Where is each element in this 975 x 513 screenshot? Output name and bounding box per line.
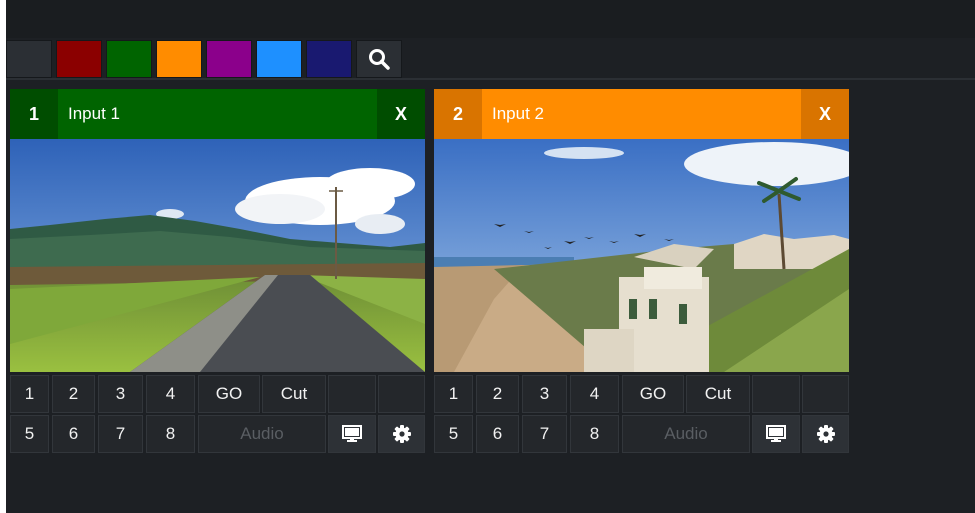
color-filter-orange[interactable] xyxy=(156,40,202,78)
gear-icon xyxy=(392,425,411,443)
color-filter-blue[interactable] xyxy=(256,40,302,78)
go-button[interactable]: GO xyxy=(622,375,684,413)
overlay-5-button[interactable]: 5 xyxy=(10,415,49,453)
search-icon xyxy=(369,49,390,70)
overlay-1-button[interactable]: 1 xyxy=(434,375,473,413)
color-filter-navy[interactable] xyxy=(306,40,352,78)
color-filter-bar xyxy=(6,38,975,80)
overlay-2-button[interactable]: 2 xyxy=(476,375,519,413)
overlay-5-button[interactable]: 5 xyxy=(434,415,473,453)
overlay-3-button[interactable]: 3 xyxy=(98,375,143,413)
monitor-icon xyxy=(342,425,362,442)
empty-area xyxy=(6,456,975,513)
cut-button[interactable]: Cut xyxy=(262,375,326,413)
settings-button[interactable] xyxy=(378,415,425,453)
overlay-1-button[interactable]: 1 xyxy=(10,375,49,413)
input-card-2: 2 Input 2 X 1 2 3 4 GO Cut 5 6 7 8 Audio xyxy=(434,89,849,454)
color-filter-red[interactable] xyxy=(56,40,102,78)
audio-button[interactable]: Audio xyxy=(622,415,750,453)
overlay-2-button[interactable]: 2 xyxy=(52,375,95,413)
search-button[interactable] xyxy=(356,40,402,78)
input-header[interactable]: 2 Input 2 X xyxy=(434,89,849,139)
input-preview[interactable] xyxy=(10,139,425,372)
gear-icon xyxy=(816,425,835,443)
input-card-1: 1 Input 1 X 1 2 3 4 GO Cut 5 6 7 8 Audio xyxy=(10,89,425,454)
beach-house-image xyxy=(434,139,849,372)
cut-button[interactable]: Cut xyxy=(686,375,750,413)
monitor-button[interactable] xyxy=(752,415,800,453)
overlay-8-button[interactable]: 8 xyxy=(570,415,619,453)
overlay-7-button[interactable]: 7 xyxy=(522,415,567,453)
input-preview[interactable] xyxy=(434,139,849,372)
overlay-3-button[interactable]: 3 xyxy=(522,375,567,413)
empty-button[interactable] xyxy=(802,375,849,413)
empty-button[interactable] xyxy=(378,375,425,413)
close-button[interactable]: X xyxy=(801,89,849,139)
color-filter-green[interactable] xyxy=(106,40,152,78)
empty-button[interactable] xyxy=(328,375,376,413)
input-number: 1 xyxy=(10,89,58,139)
input-title: Input 1 xyxy=(68,104,120,123)
settings-button[interactable] xyxy=(802,415,849,453)
close-button[interactable]: X xyxy=(377,89,425,139)
monitor-button[interactable] xyxy=(328,415,376,453)
overlay-4-button[interactable]: 4 xyxy=(570,375,619,413)
color-filter-purple[interactable] xyxy=(206,40,252,78)
overlay-6-button[interactable]: 6 xyxy=(52,415,95,453)
overlay-8-button[interactable]: 8 xyxy=(146,415,195,453)
audio-button[interactable]: Audio xyxy=(198,415,326,453)
color-filter-none[interactable] xyxy=(6,40,52,78)
overlay-4-button[interactable]: 4 xyxy=(146,375,195,413)
empty-button[interactable] xyxy=(752,375,800,413)
go-button[interactable]: GO xyxy=(198,375,260,413)
monitor-icon xyxy=(766,425,786,442)
top-bar xyxy=(6,0,975,38)
road-mountain-image xyxy=(10,139,425,372)
overlay-6-button[interactable]: 6 xyxy=(476,415,519,453)
input-number: 2 xyxy=(434,89,482,139)
input-title: Input 2 xyxy=(492,104,544,123)
input-header[interactable]: 1 Input 1 X xyxy=(10,89,425,139)
overlay-7-button[interactable]: 7 xyxy=(98,415,143,453)
